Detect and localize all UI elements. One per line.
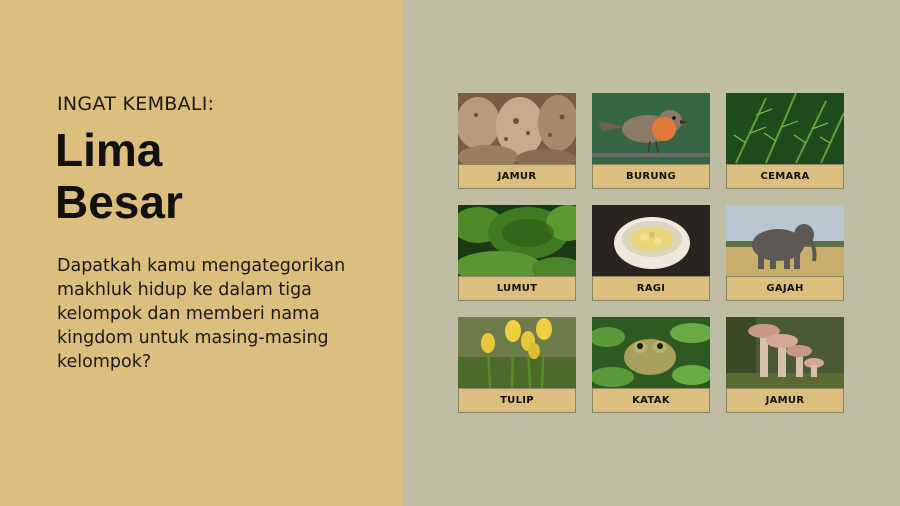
elephant-photo — [726, 205, 844, 276]
mushroom-photo — [726, 317, 844, 388]
tulip-photo — [458, 317, 576, 388]
card-label: RAGI — [592, 276, 710, 301]
card-label: CEMARA — [726, 164, 844, 189]
card-katak: KATAK — [592, 317, 710, 413]
fir-branch-photo — [726, 93, 844, 164]
card-label: JAMUR — [458, 164, 576, 189]
slide-kicker: INGAT KEMBALI: — [57, 93, 215, 115]
card-tulip: TULIP — [458, 317, 576, 413]
card-label: KATAK — [592, 388, 710, 413]
frog-photo — [592, 317, 710, 388]
card-gajah: GAJAH — [726, 205, 844, 301]
fungus-texture-photo — [458, 93, 576, 164]
title-line-1: Lima — [55, 124, 163, 176]
card-lumut: LUMUT — [458, 205, 576, 301]
slide-title: Lima Besar — [55, 124, 183, 228]
title-line-2: Besar — [55, 176, 183, 228]
card-label: JAMUR — [726, 388, 844, 413]
slide-body-text: Dapatkah kamu mengategorikan makhluk hid… — [57, 256, 346, 372]
card-jamur-2: JAMUR — [726, 317, 844, 413]
robin-bird-photo — [592, 93, 710, 164]
card-label: LUMUT — [458, 276, 576, 301]
left-panel — [0, 0, 403, 506]
yeast-bowl-photo — [592, 205, 710, 276]
card-ragi: RAGI — [592, 205, 710, 301]
moss-photo — [458, 205, 576, 276]
organism-grid: JAMUR BURUNG CEMARA LUMUT RAGI GAJAH TUL… — [458, 93, 844, 413]
card-label: GAJAH — [726, 276, 844, 301]
card-burung: BURUNG — [592, 93, 710, 189]
card-label: TULIP — [458, 388, 576, 413]
card-jamur-1: JAMUR — [458, 93, 576, 189]
card-cemara: CEMARA — [726, 93, 844, 189]
card-label: BURUNG — [592, 164, 710, 189]
